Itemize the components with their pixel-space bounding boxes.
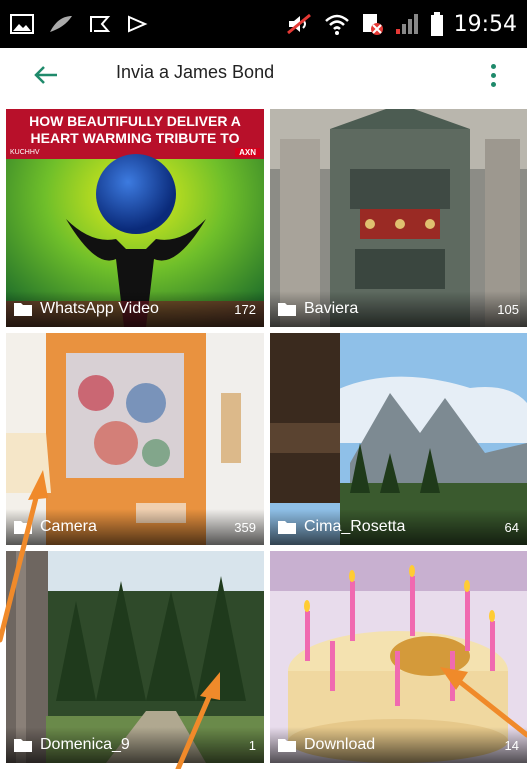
thumbnail-channel-logo: AXN <box>235 148 260 157</box>
album-count: 172 <box>234 301 256 317</box>
album-count: 1 <box>248 737 256 753</box>
overflow-menu-button[interactable] <box>480 58 506 92</box>
signal-icon <box>394 13 420 35</box>
folder-icon <box>14 520 32 534</box>
album-count: 105 <box>497 301 519 317</box>
album-footer: Domenica_9 1 <box>6 727 264 763</box>
album-name: Cima_Rosetta <box>304 518 406 535</box>
album-name: Camera <box>40 518 97 535</box>
album-tile-whatsapp-video[interactable]: HOW BEAUTIFULLY DELIVER A HEART WARMING … <box>6 109 264 327</box>
back-button[interactable] <box>30 60 62 90</box>
status-bar: 19:54 <box>0 0 527 48</box>
album-tile-cima-rosetta[interactable]: Cima_Rosetta 64 <box>270 333 527 545</box>
flag-notification-icon <box>88 14 112 34</box>
album-count: 14 <box>504 737 519 753</box>
status-notifications <box>10 14 148 34</box>
folder-icon <box>278 302 296 316</box>
album-name: Domenica_9 <box>40 736 130 753</box>
status-time: 19:54 <box>453 11 517 37</box>
album-tile-camera[interactable]: Camera 359 <box>6 333 264 545</box>
status-system: 19:54 <box>286 12 517 37</box>
album-name: Baviera <box>304 300 359 317</box>
thumbnail-headline: HOW BEAUTIFULLY DELIVER A HEART WARMING … <box>6 113 264 147</box>
album-name: WhatsApp Video <box>40 300 159 317</box>
album-footer: WhatsApp Video 172 <box>6 291 264 327</box>
album-grid: HOW BEAUTIFULLY DELIVER A HEART WARMING … <box>6 109 527 769</box>
gallery-notification-icon <box>10 14 34 34</box>
thumbnail-channel-left: KUCHHV <box>10 149 40 156</box>
play-notification-icon <box>126 14 148 34</box>
feather-notification-icon <box>48 14 74 34</box>
folder-icon <box>278 738 296 752</box>
album-footer: Baviera 105 <box>270 291 527 327</box>
album-footer: Camera 359 <box>6 509 264 545</box>
album-name: Download <box>304 736 376 753</box>
sim-blocked-icon <box>360 12 384 36</box>
album-footer: Download 14 <box>270 727 527 763</box>
battery-icon <box>430 12 444 36</box>
app-bar: Invia a James Bond <box>0 48 527 102</box>
mute-icon <box>286 13 314 35</box>
folder-icon <box>14 302 32 316</box>
album-footer: Cima_Rosetta 64 <box>270 509 527 545</box>
folder-icon <box>278 520 296 534</box>
back-arrow-icon <box>34 66 57 84</box>
wifi-icon <box>324 13 350 35</box>
album-tile-domenica-9[interactable]: Domenica_9 1 <box>6 551 264 763</box>
album-count: 359 <box>234 519 256 535</box>
album-tile-baviera[interactable]: Baviera 105 <box>270 109 527 327</box>
folder-icon <box>14 738 32 752</box>
page-title: Invia a James Bond <box>116 62 275 82</box>
album-count: 64 <box>504 519 519 535</box>
more-vert-icon <box>490 63 496 69</box>
album-tile-download[interactable]: Download 14 <box>270 551 527 763</box>
